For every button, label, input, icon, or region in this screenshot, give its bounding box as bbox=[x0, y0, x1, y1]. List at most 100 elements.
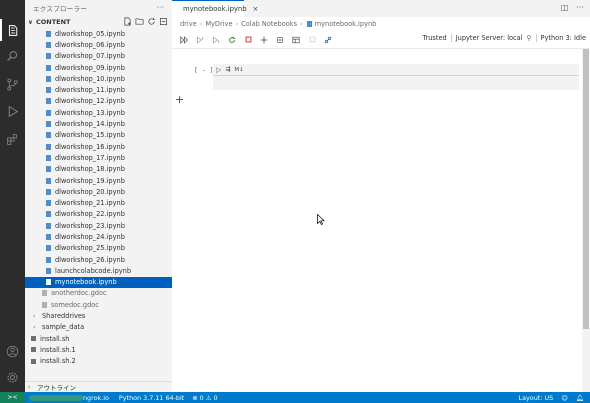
folder-item[interactable]: › sample_data bbox=[25, 322, 172, 333]
problems-indicator[interactable]: ⊗ 0 ⚠ 0 bbox=[192, 394, 217, 402]
new-folder-icon[interactable] bbox=[135, 17, 144, 26]
file-item[interactable]: install.sh bbox=[25, 333, 172, 344]
jupyter-server-label[interactable]: Jupyter Server: local ⚲ bbox=[452, 34, 537, 42]
kernel-label[interactable]: Python 3: Idle bbox=[537, 34, 590, 42]
remote-indicator[interactable]: >< bbox=[0, 392, 25, 403]
feedback-icon[interactable]: ☺ bbox=[561, 394, 568, 402]
file-item[interactable]: dlworkshop_23.ipynb bbox=[25, 220, 172, 231]
status-right: Layout: US ☺ 🔔︎ bbox=[519, 392, 590, 403]
notebook-file-icon bbox=[46, 279, 51, 286]
more-actions-icon[interactable]: ··· bbox=[576, 3, 584, 12]
file-item[interactable]: dlworkshop_19.ipynb bbox=[25, 175, 172, 186]
file-item[interactable]: dlworkshop_22.ipynb bbox=[25, 209, 172, 220]
notebook-file-icon bbox=[46, 41, 51, 48]
file-label: dlworkshop_21.ipynb bbox=[55, 199, 125, 208]
breadcrumb-item[interactable]: mynotebook.ipynb bbox=[315, 20, 377, 28]
shell-file-icon bbox=[31, 358, 36, 364]
file-item[interactable]: launchcolabcode.ipynb bbox=[25, 265, 172, 276]
breadcrumb-item[interactable]: Colab Notebooks bbox=[241, 20, 297, 28]
data-viewer-icon[interactable] bbox=[288, 34, 304, 46]
add-cell-icon[interactable] bbox=[256, 34, 272, 46]
run-debug-icon[interactable] bbox=[0, 100, 25, 122]
notebook-file-icon bbox=[46, 87, 51, 94]
file-item[interactable]: install.sh.2 bbox=[25, 356, 172, 367]
tab-label: mynotebook.ipynb bbox=[183, 5, 247, 13]
restart-kernel-icon[interactable] bbox=[224, 34, 240, 46]
run-below-icon[interactable] bbox=[208, 34, 224, 46]
file-item[interactable]: dlworkshop_15.ipynb bbox=[25, 130, 172, 141]
keyboard-layout[interactable]: Layout: US bbox=[519, 394, 554, 402]
scrollbar-thumb[interactable] bbox=[583, 49, 589, 329]
variables-icon[interactable] bbox=[272, 34, 288, 46]
save-icon[interactable] bbox=[304, 34, 320, 46]
chevron-right-icon: › bbox=[235, 20, 239, 28]
breadcrumb-item[interactable]: MyDrive bbox=[205, 20, 232, 28]
export-icon[interactable] bbox=[320, 34, 336, 46]
ngrok-host[interactable]: ngrok.io bbox=[83, 394, 109, 402]
file-item[interactable]: dlworkshop_13.ipynb bbox=[25, 107, 172, 118]
extensions-icon[interactable] bbox=[0, 128, 25, 150]
source-control-icon[interactable] bbox=[0, 73, 25, 95]
file-item[interactable]: anotherdoc.gdoc bbox=[25, 288, 172, 299]
explorer-icon[interactable] bbox=[0, 19, 25, 41]
file-label: dlworkshop_24.ipynb bbox=[55, 232, 125, 241]
search-icon[interactable] bbox=[0, 45, 25, 67]
account-icon[interactable] bbox=[0, 340, 25, 362]
file-item[interactable]: dlworkshop_07.ipynb bbox=[25, 51, 172, 62]
file-item[interactable]: dlworkshop_16.ipynb bbox=[25, 141, 172, 152]
file-item[interactable]: dlworkshop_25.ipynb bbox=[25, 243, 172, 254]
run-all-icon[interactable] bbox=[176, 34, 192, 46]
code-cell-input[interactable] bbox=[213, 76, 579, 90]
run-above-icon[interactable] bbox=[192, 34, 208, 46]
tab-actions: ◫ ··· bbox=[561, 3, 584, 12]
file-item[interactable]: dlworkshop_06.ipynb bbox=[25, 39, 172, 50]
file-item[interactable]: dlworkshop_14.ipynb bbox=[25, 118, 172, 129]
section-label: CONTENT bbox=[36, 18, 71, 26]
markdown-toggle[interactable]: M↓ bbox=[234, 67, 243, 73]
file-item[interactable]: dlworkshop_20.ipynb bbox=[25, 186, 172, 197]
chevron-down-icon: ∨ bbox=[28, 18, 33, 26]
file-item[interactable]: dlworkshop_05.ipynb bbox=[25, 28, 172, 39]
file-label: launchcolabcode.ipynb bbox=[55, 266, 132, 275]
outline-label: アウトライン bbox=[37, 384, 76, 392]
notebook-file-icon bbox=[46, 154, 51, 161]
notebook-file-icon bbox=[306, 21, 312, 27]
file-item[interactable]: dlworkshop_17.ipynb bbox=[25, 152, 172, 163]
collapse-all-icon[interactable] bbox=[159, 17, 168, 26]
close-icon[interactable]: × bbox=[253, 5, 259, 13]
tab-mynotebook[interactable]: mynotebook.ipynb × bbox=[172, 0, 258, 17]
split-editor-icon[interactable]: ◫ bbox=[561, 3, 569, 12]
new-file-icon[interactable] bbox=[123, 17, 132, 26]
file-item[interactable]: dlworkshop_18.ipynb bbox=[25, 164, 172, 175]
interrupt-kernel-icon[interactable] bbox=[240, 34, 256, 46]
notebook-file-icon bbox=[46, 132, 51, 139]
file-item[interactable]: install.sh.1 bbox=[25, 344, 172, 355]
file-label: dlworkshop_14.ipynb bbox=[55, 120, 125, 129]
file-label: dlworkshop_20.ipynb bbox=[55, 187, 125, 196]
breadcrumb-item[interactable]: drive bbox=[180, 20, 197, 28]
file-label: somedoc.gdoc bbox=[51, 300, 99, 309]
file-item[interactable]: dlworkshop_11.ipynb bbox=[25, 84, 172, 95]
notifications-icon[interactable]: 🔔︎ bbox=[576, 394, 584, 402]
file-item[interactable]: dlworkshop_24.ipynb bbox=[25, 231, 172, 242]
file-label: mynotebook.ipynb bbox=[55, 278, 117, 287]
more-actions-icon[interactable]: ··· bbox=[156, 3, 164, 12]
folder-item[interactable]: › Shareddrives bbox=[25, 310, 172, 321]
trusted-label[interactable]: Trusted bbox=[418, 34, 452, 42]
notebook-file-icon bbox=[46, 267, 51, 274]
python-interpreter[interactable]: Python 3.7.11 64-bit bbox=[119, 394, 184, 402]
file-item[interactable]: somedoc.gdoc bbox=[25, 299, 172, 310]
file-item[interactable]: dlworkshop_21.ipynb bbox=[25, 197, 172, 208]
file-item[interactable]: dlworkshop_10.ipynb bbox=[25, 73, 172, 84]
settings-gear-icon[interactable] bbox=[0, 366, 25, 388]
file-item[interactable]: dlworkshop_12.ipynb bbox=[25, 96, 172, 107]
cell-menu-icon[interactable]: ⇶ bbox=[225, 66, 230, 73]
add-cell-plus-icon[interactable]: + bbox=[175, 93, 184, 106]
file-item[interactable]: dlworkshop_09.ipynb bbox=[25, 62, 172, 73]
run-cell-icon[interactable]: ▷ bbox=[216, 66, 221, 74]
refresh-icon[interactable] bbox=[147, 17, 156, 26]
notebook-file-icon bbox=[46, 166, 51, 173]
outline-section-header[interactable]: › アウトライン bbox=[25, 381, 172, 392]
file-item[interactable]: mynotebook.ipynb bbox=[25, 276, 172, 288]
file-item[interactable]: dlworkshop_26.ipynb bbox=[25, 254, 172, 265]
